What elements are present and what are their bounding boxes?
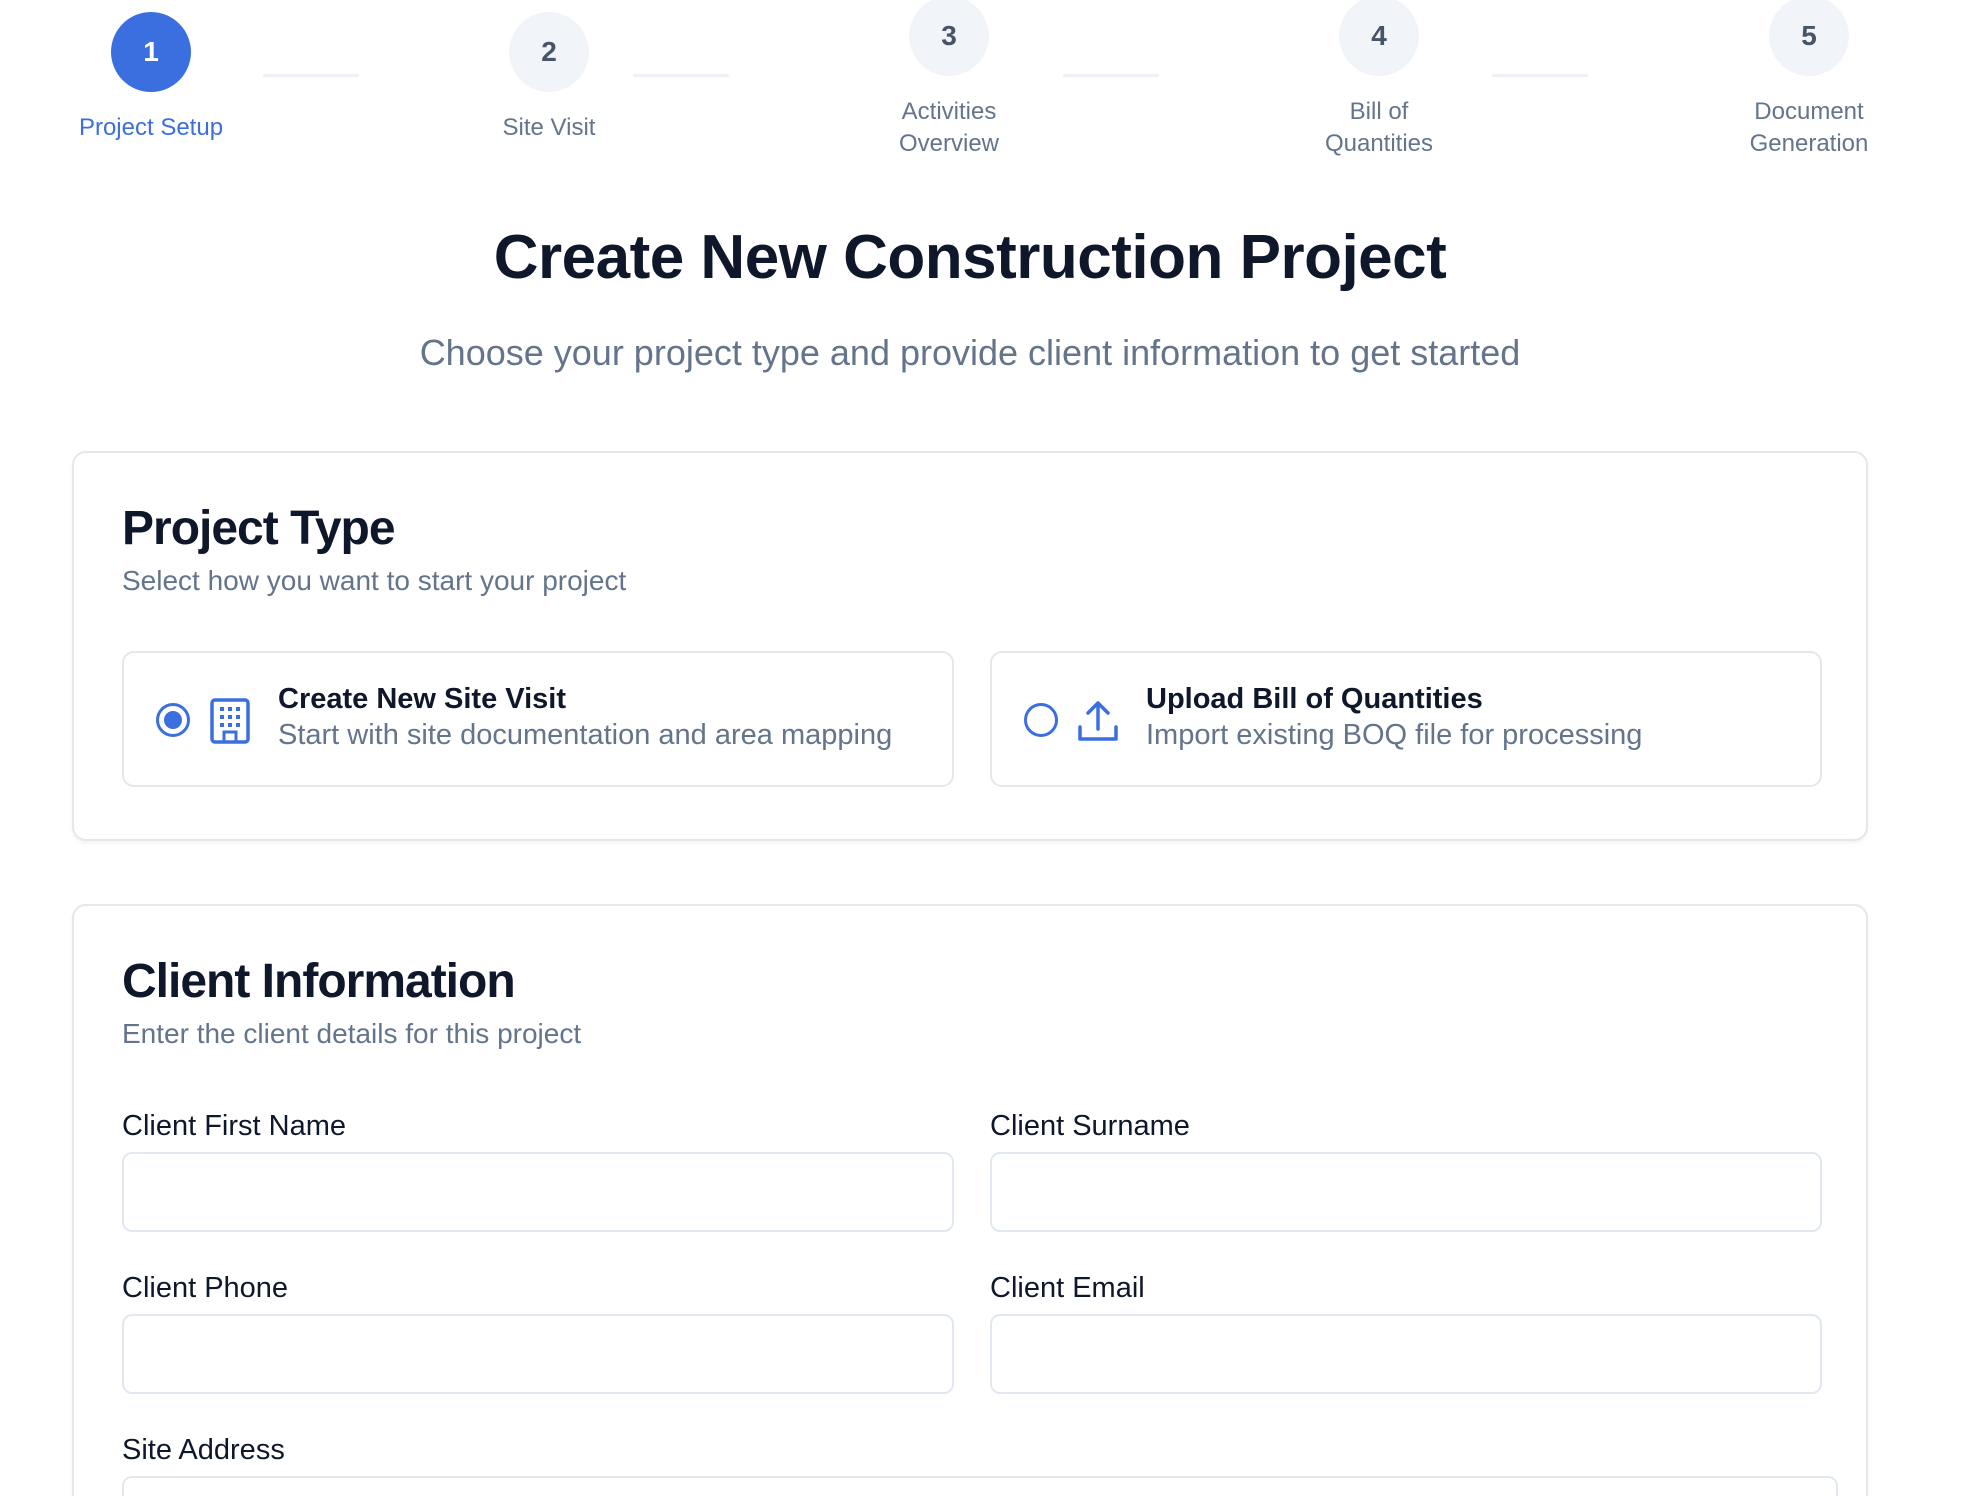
progress-stepper: 1 Project Setup 2 Site Visit 3 Activitie… — [0, 0, 1982, 170]
page-title: Create New Construction Project — [493, 223, 1447, 292]
option-description: Import existing BOQ file for processing — [1146, 719, 1643, 751]
step-label: Project Setup — [78, 114, 224, 141]
client-information-title: Client Information — [122, 955, 516, 1008]
step-document-generation[interactable]: 5 Document Generation — [1689, 0, 1929, 160]
step-number-badge: 1 — [111, 12, 191, 92]
option-title: Upload Bill of Quantities — [1146, 683, 1483, 715]
client-information-description: Enter the client details for this projec… — [122, 1018, 582, 1049]
step-label: Bill of Quantities — [1324, 98, 1434, 157]
step-label: Site Visit — [502, 114, 596, 141]
option-description: Start with site documentation and area m… — [278, 719, 893, 751]
email-input[interactable] — [990, 1314, 1822, 1394]
email-label: Client Email — [990, 1272, 1145, 1304]
option-create-site-visit[interactable]: Create New Site Visit Start with site do… — [122, 651, 954, 787]
surname-label: Client Surname — [990, 1110, 1190, 1142]
site-address-label: Site Address — [122, 1434, 285, 1466]
first-name-input[interactable] — [122, 1152, 954, 1232]
step-activities-overview[interactable]: 3 Activities Overview — [829, 0, 1069, 160]
step-connector — [1063, 74, 1159, 77]
option-title: Create New Site Visit — [278, 683, 566, 715]
radio-unselected[interactable] — [1024, 703, 1058, 737]
step-label: Document Generation — [1749, 98, 1869, 157]
project-type-description: Select how you want to start your projec… — [122, 565, 627, 596]
surname-input[interactable] — [990, 1152, 1822, 1232]
project-type-title: Project Type — [122, 502, 396, 555]
step-connector — [1492, 74, 1588, 77]
step-connector — [633, 74, 729, 77]
client-information-card: Client Information Enter the client deta… — [72, 904, 1868, 1496]
page-subtitle: Choose your project type and provide cli… — [419, 332, 1521, 373]
option-upload-boq[interactable]: Upload Bill of Quantities Import existin… — [990, 651, 1822, 787]
project-type-card: Project Type Select how you want to star… — [72, 451, 1868, 841]
page: 1 Project Setup 2 Site Visit 3 Activitie… — [0, 0, 1982, 1496]
step-number-badge: 5 — [1769, 0, 1849, 76]
step-bill-of-quantities[interactable]: 4 Bill of Quantities — [1259, 0, 1499, 160]
step-connector — [263, 74, 359, 77]
step-number-badge: 4 — [1339, 0, 1419, 76]
step-project-setup[interactable]: 1 Project Setup — [31, 12, 271, 144]
step-label: Activities Overview — [898, 98, 1000, 157]
step-number-badge: 2 — [509, 12, 589, 92]
step-number-badge: 3 — [909, 0, 989, 76]
upload-icon — [1078, 701, 1118, 741]
site-address-input[interactable] — [122, 1476, 1838, 1496]
radio-selected[interactable] — [156, 703, 190, 737]
phone-label: Client Phone — [122, 1272, 289, 1304]
first-name-label: Client First Name — [122, 1110, 346, 1142]
step-site-visit[interactable]: 2 Site Visit — [429, 12, 669, 144]
building-icon — [210, 698, 250, 744]
phone-input[interactable] — [122, 1314, 954, 1394]
